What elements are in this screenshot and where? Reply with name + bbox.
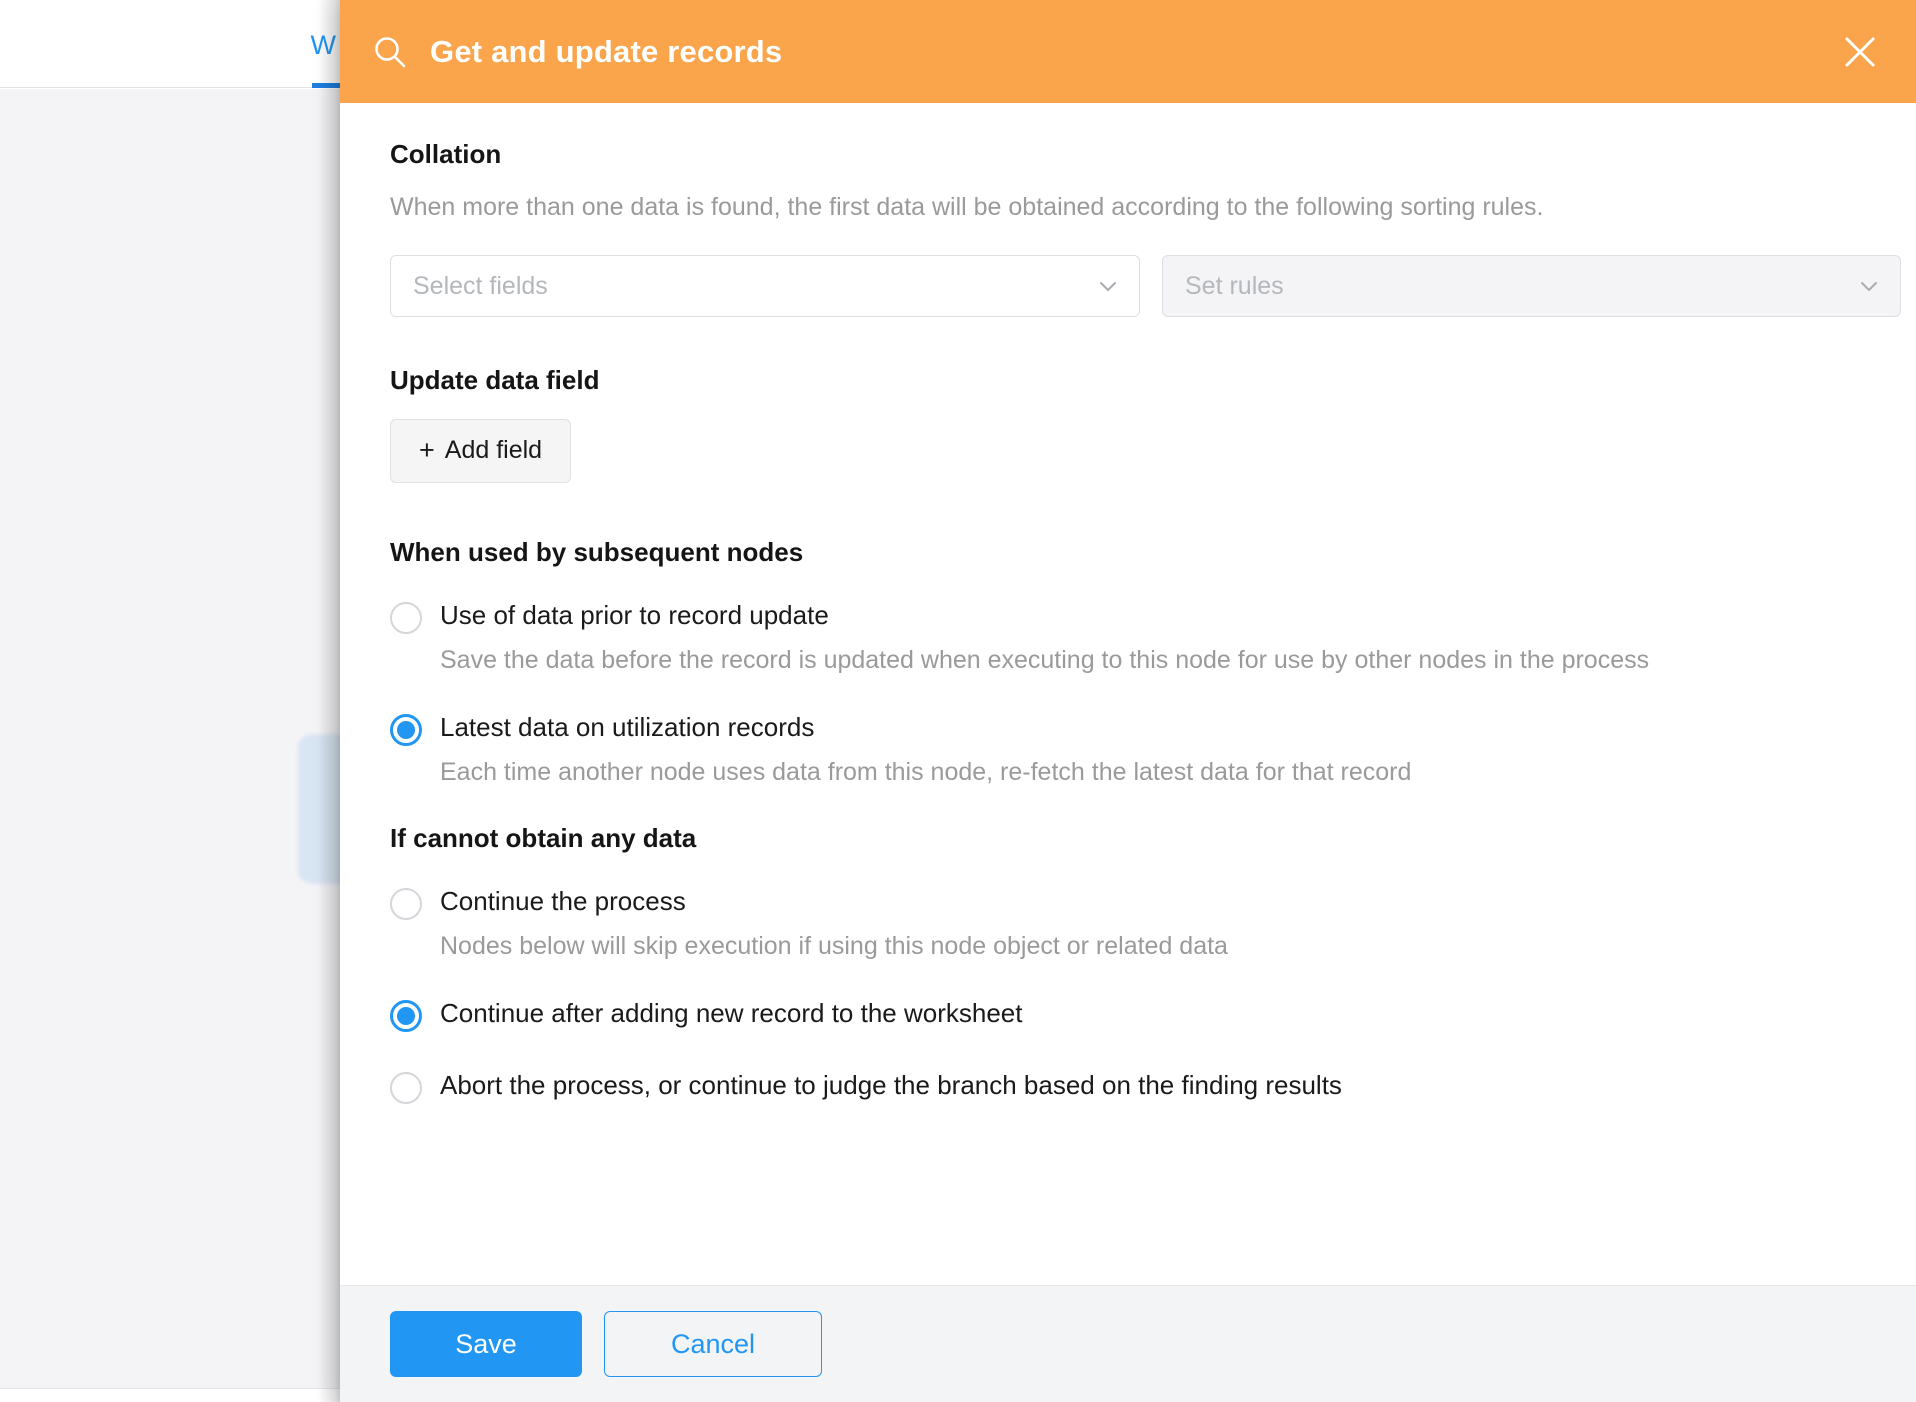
collation-title: Collation <box>390 139 502 169</box>
update-data-field-title: Update data field <box>390 365 600 396</box>
close-icon <box>1845 37 1875 66</box>
dialog-body: Collation When more than one data is fou… <box>340 103 1916 1285</box>
radio-unselected-icon <box>390 601 422 634</box>
radio-continue-after-adding-label: Continue after adding new record to the … <box>440 998 1023 1029</box>
radio-latest-data-label: Latest data on utilization records <box>440 712 815 743</box>
radio-selected-icon <box>390 714 422 747</box>
cancel-button[interactable]: Cancel <box>604 1311 822 1377</box>
radio-use-prior-data-description: Save the data before the record is updat… <box>440 645 1650 674</box>
subsequent-nodes-section: When used by subsequent nodes Use of dat… <box>390 537 1866 789</box>
dialog-header: Get and update records <box>340 0 1916 103</box>
subsequent-nodes-title: When used by subsequent nodes <box>390 536 804 567</box>
select-fields-dropdown[interactable]: Select fields <box>390 255 1140 318</box>
radio-latest-data[interactable]: Latest data on utilization records <box>390 710 1866 747</box>
radio-latest-data-description: Each time another node uses data from th… <box>440 758 1412 787</box>
radio-abort-process[interactable]: Abort the process, or continue to judge … <box>390 1068 1866 1105</box>
save-button[interactable]: Save <box>390 1311 582 1377</box>
collation-description: When more than one data is found, the fi… <box>390 193 1544 222</box>
radio-unselected-icon <box>390 887 422 920</box>
get-and-update-records-dialog: Get and update records Collation When mo… <box>340 0 1916 1402</box>
no-data-title: If cannot obtain any data <box>390 822 697 853</box>
collation-selects: Select fields Set rules <box>390 255 1901 318</box>
active-tab-underline-icon <box>312 83 340 88</box>
background-tab[interactable]: W <box>307 22 340 88</box>
background-topbar: W <box>0 0 340 88</box>
dialog-footer: Save Cancel <box>340 1285 1916 1402</box>
close-button[interactable] <box>1838 30 1882 74</box>
radio-use-prior-data-label: Use of data prior to record update <box>440 599 829 630</box>
background-canvas <box>0 89 340 1402</box>
plus-icon: + <box>419 435 435 466</box>
chevron-down-icon <box>1100 282 1116 292</box>
background-app: W <box>0 0 340 1402</box>
radio-selected-icon <box>390 1000 422 1033</box>
set-rules-placeholder: Set rules <box>1185 271 1284 300</box>
chevron-down-icon <box>1861 282 1877 292</box>
search-icon <box>375 36 406 67</box>
select-fields-placeholder: Select fields <box>413 271 548 300</box>
no-data-section: If cannot obtain any data Continue the p… <box>390 823 1866 1105</box>
page-title: Get and update records <box>430 33 783 69</box>
add-field-button[interactable]: + Add field <box>390 418 572 483</box>
add-field-label: Add field <box>444 436 543 465</box>
radio-continue-process-description: Nodes below will skip execution if using… <box>440 931 1228 960</box>
set-rules-dropdown[interactable]: Set rules <box>1162 255 1901 318</box>
radio-unselected-icon <box>390 1072 422 1105</box>
radio-continue-after-adding[interactable]: Continue after adding new record to the … <box>390 996 1866 1033</box>
background-bottom-bar <box>0 1388 340 1402</box>
radio-abort-process-label: Abort the process, or continue to judge … <box>440 1070 1342 1101</box>
radio-use-prior-data[interactable]: Use of data prior to record update <box>390 598 1866 634</box>
radio-continue-process-label: Continue the process <box>440 885 686 916</box>
background-tab-label: W <box>310 30 336 60</box>
radio-continue-process[interactable]: Continue the process <box>390 884 1866 920</box>
background-node-shape <box>298 734 340 884</box>
